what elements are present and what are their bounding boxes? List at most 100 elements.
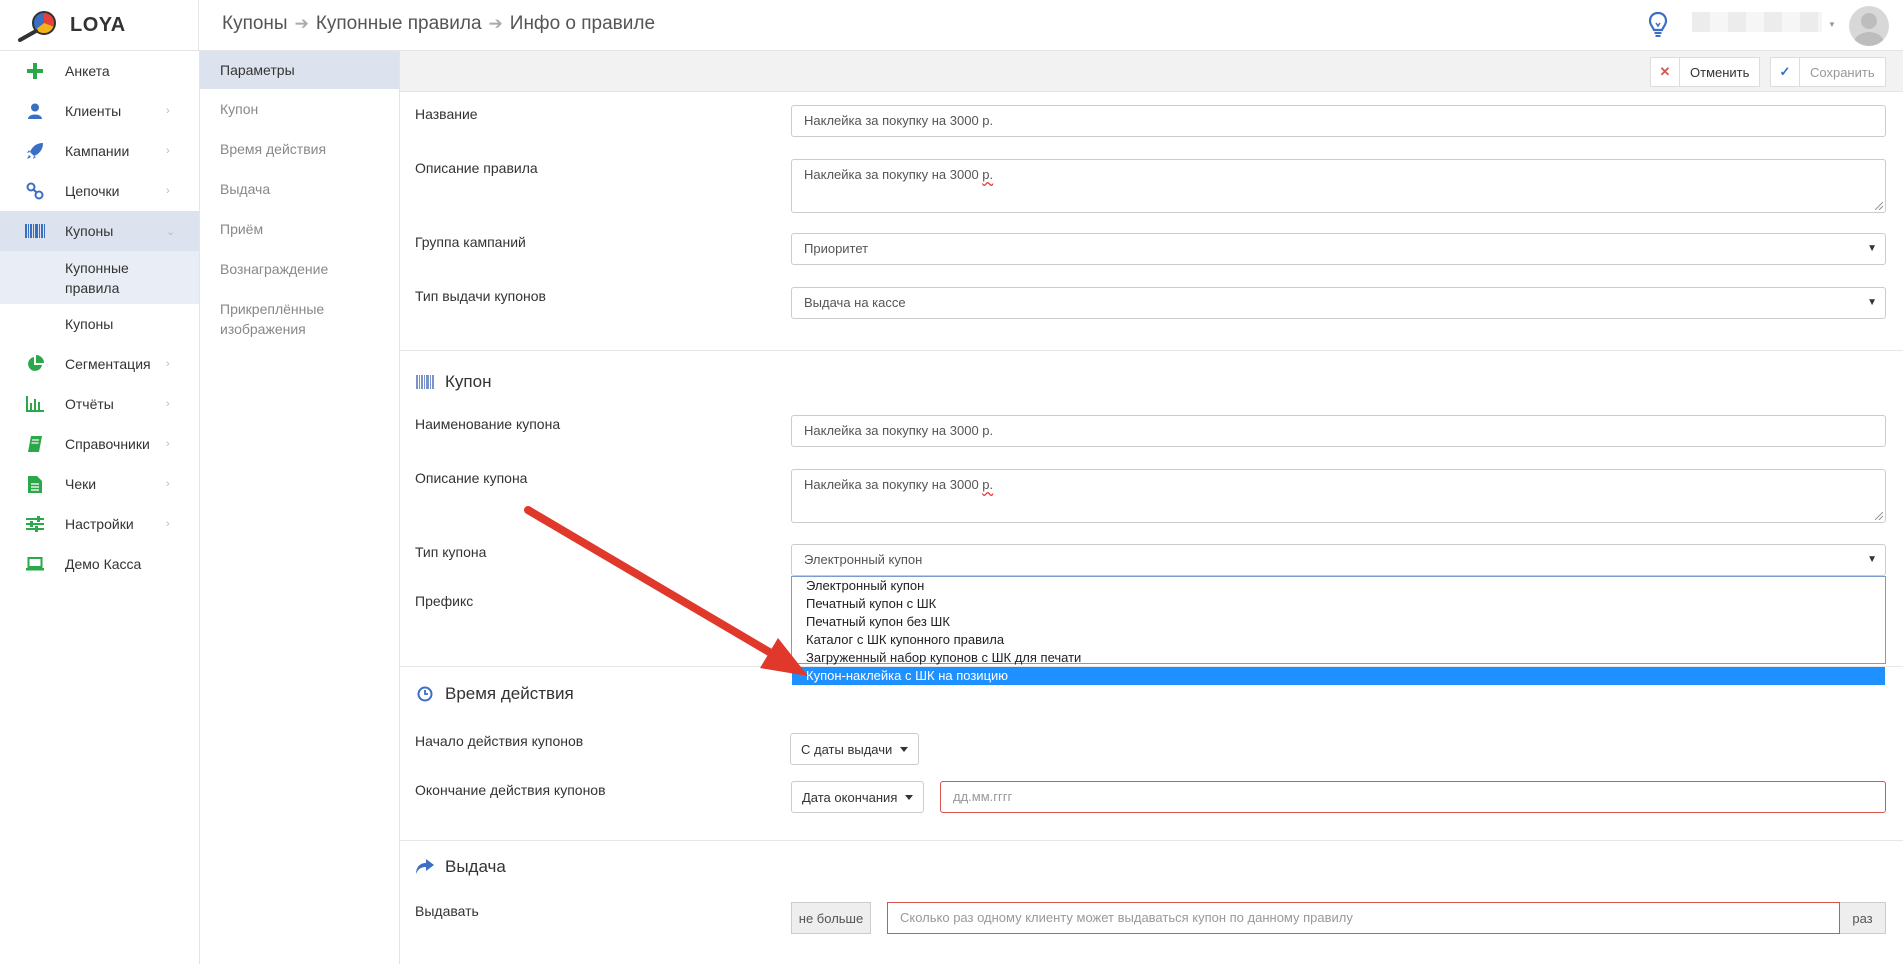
start-dropdown-value: С даты выдачи [801, 741, 893, 757]
coupon-type-option[interactable]: Печатный купон с ШК [792, 595, 1885, 613]
breadcrumb-arrow-icon: ➔ [488, 14, 503, 33]
user-name-blurred[interactable] [1692, 12, 1822, 32]
chevron-right-icon: › [166, 398, 170, 410]
campaign-group-label: Группа кампаний [415, 234, 526, 250]
section-nav: Параметры Купон Время действия Выдача Пр… [200, 51, 400, 964]
section-nav-issue[interactable]: Выдача [200, 169, 399, 209]
coupon-type-label: Тип купона [415, 544, 487, 560]
pie-chart-icon [24, 353, 46, 375]
sliders-icon [24, 513, 46, 535]
sidebar-item-label: Чеки [65, 476, 97, 492]
issue-limit-suffix: раз [1840, 902, 1886, 934]
cancel-button[interactable]: ✕ Отменить [1650, 57, 1761, 87]
user-icon [24, 100, 46, 122]
avatar[interactable] [1849, 6, 1889, 46]
sidebar-subitem-coupons[interactable]: Купоны [0, 304, 199, 344]
section-nav-label: Время действия [220, 141, 327, 157]
sidebar-subitem-label: Купоны [65, 316, 114, 332]
breadcrumb: Купоны ➔ Купонные правила ➔ Инфо о прави… [222, 13, 655, 35]
start-label: Начало действия купонов [415, 733, 584, 749]
section-nav-label: Параметры [220, 62, 295, 78]
rocket-icon [24, 140, 46, 162]
coupon-name-input[interactable]: Наклейка за покупку на 3000 р. [791, 415, 1886, 447]
end-dropdown-button[interactable]: Дата окончания [791, 781, 925, 813]
user-menu-caret-icon[interactable]: ▼ [1828, 20, 1836, 29]
sidebar-item-receipts[interactable]: Чеки › [0, 464, 199, 504]
check-icon: ✓ [1771, 58, 1800, 86]
coupon-description-label: Описание купона [415, 470, 528, 486]
sidebar-item-chains[interactable]: Цепочки › [0, 171, 199, 211]
sidebar-item-questionnaire[interactable]: Анкета [0, 51, 199, 91]
plus-icon [24, 60, 46, 82]
coupon-type-select[interactable]: Электронный купон ▼ [791, 544, 1886, 576]
breadcrumb-arrow-icon: ➔ [294, 14, 309, 33]
end-date-input[interactable]: дд.мм.гггг [940, 781, 1886, 813]
app-header: LOYA Купоны ➔ Купонные правила ➔ Инфо о … [0, 0, 1903, 51]
main-sidebar: Анкета Клиенты › Кампании › Цепочки › Ку… [0, 51, 200, 964]
rule-description-value-tail: р. [982, 167, 994, 182]
resize-handle-icon[interactable] [1875, 512, 1883, 520]
section-nav-coupon[interactable]: Купон [200, 89, 399, 129]
sidebar-item-segmentation[interactable]: Сегментация › [0, 344, 199, 384]
section-nav-acceptance[interactable]: Приём [200, 209, 399, 249]
sidebar-item-demo-pos[interactable]: Демо Касса [0, 544, 199, 584]
sidebar-item-label: Клиенты [65, 103, 122, 119]
sidebar-item-reports[interactable]: Отчёты › [0, 384, 199, 424]
coupon-type-dropdown-list: Электронный купон Печатный купон с ШК Пе… [791, 576, 1886, 685]
sidebar-item-coupons[interactable]: Купоны ⌄ [0, 211, 199, 251]
laptop-icon [24, 553, 46, 575]
rule-description-label: Описание правила [415, 160, 538, 176]
chevron-right-icon: › [166, 185, 170, 197]
section-nav-parameters[interactable]: Параметры [200, 51, 399, 89]
resize-handle-icon[interactable] [1875, 202, 1883, 210]
rule-form: Название Наклейка за покупку на 3000 р. … [400, 92, 1903, 964]
end-date-placeholder: дд.мм.гггг [953, 789, 1013, 804]
coupon-type-option-selected[interactable]: Купон-наклейка с ШК на позицию [792, 667, 1885, 685]
sidebar-item-label: Отчёты [65, 396, 114, 412]
section-nav-validity[interactable]: Время действия [200, 129, 399, 169]
lightbulb-icon[interactable] [1648, 11, 1668, 39]
coupon-type-option[interactable]: Электронный купон [792, 577, 1885, 595]
coupon-type-value: Электронный купон [804, 552, 923, 567]
chevron-down-icon: ⌄ [166, 225, 176, 238]
section-nav-label: Вознаграждение [220, 261, 329, 277]
chevron-right-icon: › [166, 105, 170, 117]
form-toolbar: ✕ Отменить ✓ Сохранить [400, 51, 1903, 92]
book-icon [24, 433, 46, 455]
chain-icon [24, 180, 46, 202]
coupon-type-option[interactable]: Загруженный набор купонов с ШК для печат… [792, 649, 1885, 667]
sidebar-item-settings[interactable]: Настройки › [0, 504, 199, 544]
breadcrumb-item-rule-info: Инфо о правиле [509, 13, 656, 34]
sidebar-item-directories[interactable]: Справочники › [0, 424, 199, 464]
sidebar-item-label: Демо Касса [65, 556, 142, 572]
campaign-group-select[interactable]: Приоритет ▼ [791, 233, 1886, 265]
share-arrow-icon [415, 857, 435, 877]
loya-logo-icon[interactable] [14, 10, 59, 42]
cancel-button-label: Отменить [1690, 64, 1750, 80]
chevron-right-icon: › [166, 145, 170, 157]
campaign-group-value: Приоритет [804, 241, 869, 256]
issue-limit-prefix: не больше [791, 902, 871, 934]
chevron-right-icon: › [166, 478, 170, 490]
sidebar-item-campaigns[interactable]: Кампании › [0, 131, 199, 171]
section-nav-attached-images[interactable]: Прикреплённые изображения [200, 289, 399, 345]
sidebar-item-clients[interactable]: Клиенты › [0, 91, 199, 131]
sidebar-item-label: Купоны [65, 223, 114, 239]
document-icon [24, 473, 46, 495]
issue-limit-input[interactable]: Сколько раз одному клиенту может выдават… [887, 902, 1840, 934]
coupon-name-value: Наклейка за покупку на 3000 р. [804, 423, 994, 438]
start-dropdown-button[interactable]: С даты выдачи [790, 733, 920, 765]
sidebar-subitem-coupon-rules[interactable]: Купонные правила [0, 251, 199, 304]
breadcrumb-item-coupons[interactable]: Купоны [222, 13, 288, 35]
chevron-right-icon: › [166, 518, 170, 530]
save-button[interactable]: ✓ Сохранить [1770, 57, 1886, 87]
coupon-description-textarea[interactable]: Наклейка за покупку на 3000 р. [791, 469, 1886, 523]
coupon-type-option[interactable]: Каталог с ШК купонного правила [792, 631, 1885, 649]
section-nav-label: Приём [220, 221, 264, 237]
section-nav-reward[interactable]: Вознаграждение [200, 249, 399, 289]
rule-description-textarea[interactable]: Наклейка за покупку на 3000 р. [791, 159, 1886, 213]
breadcrumb-item-coupon-rules[interactable]: Купонные правила [316, 13, 482, 35]
coupon-type-option[interactable]: Печатный купон без ШК [792, 613, 1885, 631]
name-input[interactable]: Наклейка за покупку на 3000 р. [791, 105, 1886, 137]
issue-type-select[interactable]: Выдача на кассе ▼ [791, 287, 1886, 319]
